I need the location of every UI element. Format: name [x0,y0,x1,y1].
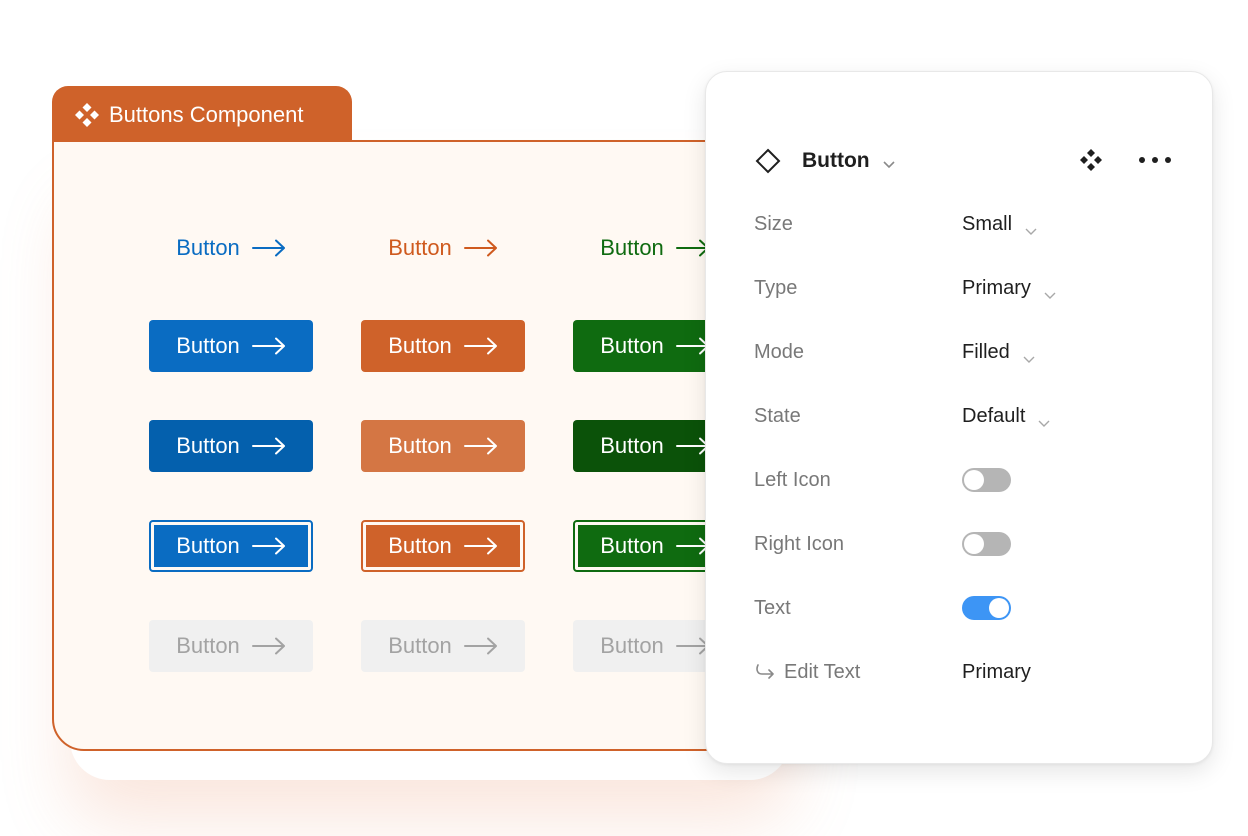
arrow-right-icon [251,239,286,257]
component-diamond-icon [754,147,782,175]
focus-inner: Button [154,525,308,567]
property-row-right-icon: Right Icon [754,527,1174,561]
button-filled-orange[interactable]: Button [361,320,525,372]
button-label: Button [600,235,664,260]
button-label: Button [600,633,664,658]
arrow-right-icon [251,437,286,455]
edit-text-label-group: Edit Text [754,661,962,684]
component-frame-title: Buttons Component [109,102,304,127]
toggle-knob [989,598,1009,618]
right-icon-toggle[interactable] [962,532,1011,556]
button-label: Button [388,235,452,260]
button-label: Button [388,333,452,358]
property-row-type: Type Primary [754,271,1174,305]
arrow-right-icon [251,637,286,655]
button-label: Button [600,533,664,558]
dropdown-value: Primary [962,276,1031,299]
arrow-right-icon [463,537,498,555]
property-label: Edit Text [784,660,861,683]
component-frame-tab[interactable]: Buttons Component [52,86,352,144]
component-icon [74,102,100,128]
chevron-down-icon [1037,411,1051,427]
property-row-mode: Mode Filled [754,335,1174,369]
arrow-right-icon [463,637,498,655]
button-label: Button [600,333,664,358]
button-focus-orange[interactable]: Button [361,520,525,572]
button-hover-orange[interactable]: Button [361,420,525,472]
button-label: Button [176,235,240,260]
property-label: Right Icon [754,532,845,555]
toggle-knob [964,534,984,554]
property-row-text: Text [754,591,1174,625]
button-label: Button [176,433,240,458]
edit-text-value[interactable]: Primary [962,661,1031,684]
chevron-down-icon[interactable] [882,156,896,169]
button-label: Button [176,533,240,558]
component-instance-icon[interactable] [1078,147,1104,173]
button-label: Button [600,433,664,458]
button-label: Button [388,633,452,658]
dropdown-value: Filled [962,340,1010,363]
focus-inner: Button [366,525,520,567]
button-label: Button [388,433,452,458]
chevron-down-icon [1022,347,1036,363]
property-label: Text [754,596,791,619]
button-label: Button [176,333,240,358]
arrow-right-icon [463,239,498,257]
type-dropdown[interactable]: Primary [962,277,1057,300]
arrow-right-icon [463,337,498,355]
property-row-edit-text: Edit Text Primary [754,655,1174,689]
arrow-right-icon [251,337,286,355]
chevron-down-icon [1024,219,1038,235]
button-link-blue[interactable]: Button [149,222,313,274]
property-label: Mode [754,340,805,363]
panel-header: Button [754,146,1174,176]
return-arrow-icon [754,663,776,681]
properties-panel: Button Size Small Type Primary Mode Fill… [705,71,1213,764]
button-disabled-orange: Button [361,620,525,672]
chevron-down-icon [1043,283,1057,299]
more-options-icon[interactable] [1138,148,1172,172]
mode-dropdown[interactable]: Filled [962,341,1036,364]
dropdown-value: Small [962,212,1013,235]
button-filled-blue[interactable]: Button [149,320,313,372]
button-focus-blue[interactable]: Button [149,520,313,572]
text-toggle[interactable] [962,596,1011,620]
property-label: Size [754,212,793,235]
button-hover-blue[interactable]: Button [149,420,313,472]
left-icon-toggle[interactable] [962,468,1011,492]
toggle-knob [964,470,984,490]
panel-title[interactable]: Button [802,149,870,173]
button-label: Button [176,633,240,658]
arrow-right-icon [251,537,286,555]
dropdown-value: Default [962,404,1026,427]
property-label: State [754,404,801,427]
property-label: Type [754,276,798,299]
button-link-orange[interactable]: Button [361,222,525,274]
arrow-right-icon [463,437,498,455]
state-dropdown[interactable]: Default [962,405,1051,428]
property-label: Left Icon [754,468,831,491]
property-row-size: Size Small [754,207,1174,241]
property-row-state: State Default [754,399,1174,433]
button-label: Button [388,533,452,558]
button-disabled-blue: Button [149,620,313,672]
property-row-left-icon: Left Icon [754,463,1174,497]
size-dropdown[interactable]: Small [962,213,1038,236]
component-frame: Button Button Button Button Button Butto… [52,140,772,751]
